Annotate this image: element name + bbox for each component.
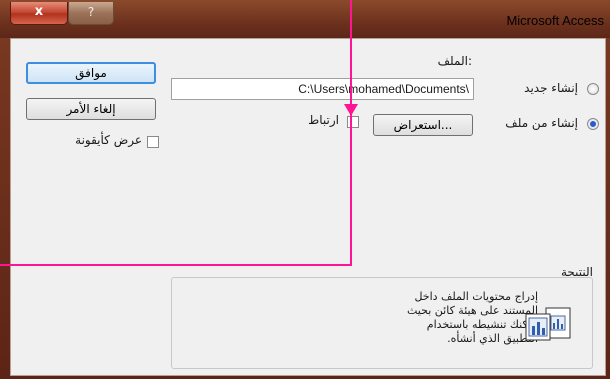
cancel-button[interactable]: إلغاء الأمر <box>26 98 156 120</box>
object-icon <box>524 306 576 342</box>
browse-button[interactable]: استعراض... <box>373 114 473 136</box>
link-label: ارتباط <box>308 113 339 127</box>
result-line: إدراج محتويات الملف داخل <box>414 290 538 303</box>
create-from-file-label: إنشاء من ملف <box>505 116 578 130</box>
file-path-input[interactable]: C:\Users\mohamed\Documents\ <box>171 78 474 100</box>
display-as-icon-label: عرض كأيقونة <box>75 133 142 147</box>
create-new-radio[interactable] <box>587 83 599 95</box>
create-from-file-radio[interactable] <box>587 118 599 130</box>
display-as-icon-checkbox[interactable] <box>147 136 159 148</box>
title-bar: x ? Microsoft Access <box>0 0 610 38</box>
annotation-line <box>350 110 352 266</box>
close-button[interactable]: x <box>10 2 68 25</box>
result-group: إدراج محتويات الملف داخل المستند على هيئ… <box>171 277 593 369</box>
help-button[interactable]: ? <box>68 2 114 25</box>
result-line: يمكنك تنشيطه باستخدام <box>426 318 538 331</box>
result-line: المستند على هيئة كائن بحيث <box>407 304 538 317</box>
file-label: الملف: <box>437 54 472 68</box>
dialog-body: موافق إلغاء الأمر عرض كأيقونة الملف: C:\… <box>10 38 606 376</box>
result-line: التطبيق الذي أنشأه. <box>447 332 538 345</box>
create-new-label: إنشاء جديد <box>524 81 578 95</box>
window-frame: x ? Microsoft Access موافق إلغاء الأمر ع… <box>0 0 610 379</box>
annotation-line <box>350 0 352 110</box>
result-description: إدراج محتويات الملف داخل المستند على هيئ… <box>318 290 538 346</box>
link-checkbox[interactable] <box>347 116 359 128</box>
window-title: Microsoft Access <box>506 13 604 28</box>
annotation-line <box>0 264 352 266</box>
ok-button[interactable]: موافق <box>26 62 156 84</box>
